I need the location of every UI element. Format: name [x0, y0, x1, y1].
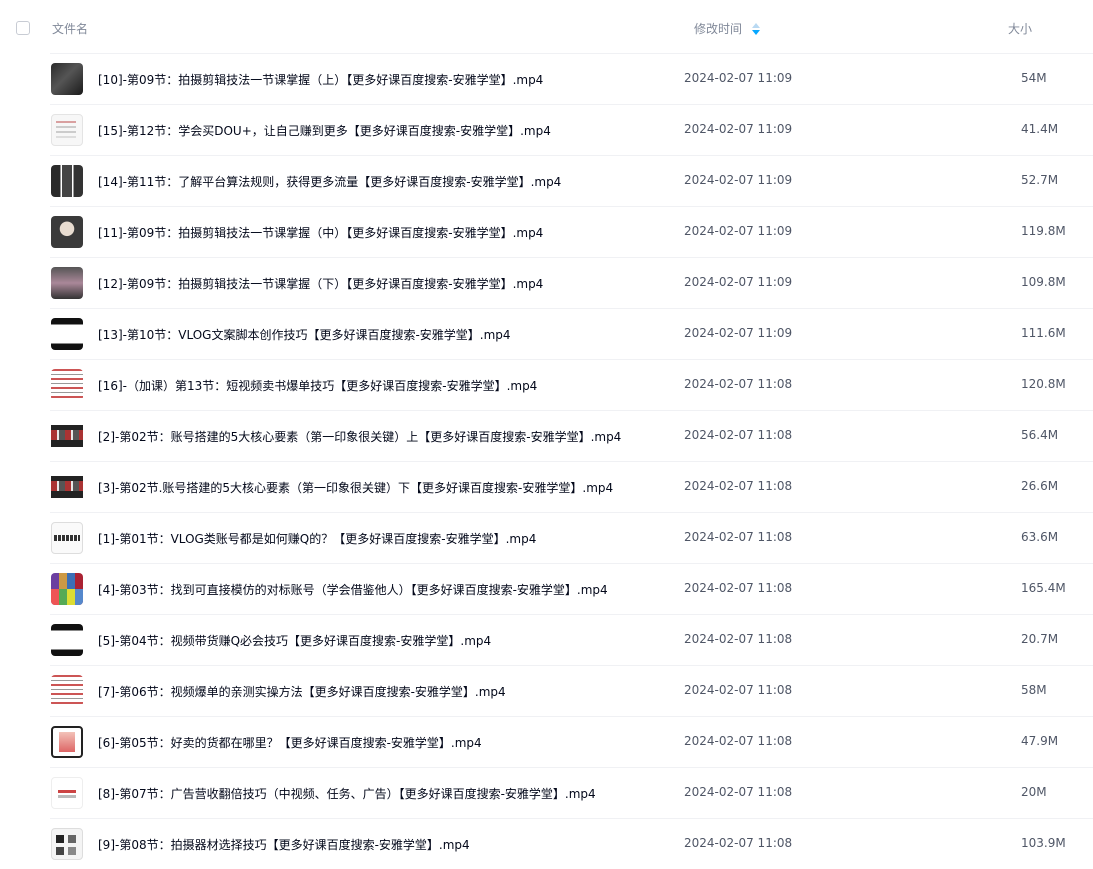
file-row[interactable]: [5]-第04节：视频带货赚Q必会技巧【更多好课百度搜索-安雅学堂】.mp4 20… [0, 614, 1093, 665]
file-modified-time: 2024-02-07 11:08 [684, 683, 793, 697]
file-row[interactable]: [12]-第09节：拍摄剪辑技法一节课掌握（下）【更多好课百度搜索-安雅学堂】.… [0, 257, 1093, 308]
file-row[interactable]: [15]-第12节：学会买DOU+，让自己赚到更多【更多好课百度搜索-安雅学堂】… [0, 104, 1093, 155]
file-modified-time: 2024-02-07 11:08 [684, 581, 793, 595]
sort-icon[interactable] [751, 22, 761, 36]
file-row[interactable]: [2]-第02节：账号搭建的5大核心要素（第一印象很关键）上【更多好课百度搜索-… [0, 410, 1093, 461]
file-name[interactable]: [4]-第03节：找到可直接模仿的对标账号（学会借鉴他人）【更多好课百度搜索-安… [98, 581, 608, 598]
video-thumbnail[interactable] [51, 726, 83, 758]
file-modified-time: 2024-02-07 11:09 [684, 122, 793, 136]
file-row[interactable]: [10]-第09节：拍摄剪辑技法一节课掌握（上）【更多好课百度搜索-安雅学堂】.… [0, 53, 1093, 104]
select-all-checkbox[interactable] [16, 21, 30, 35]
video-thumbnail[interactable] [51, 165, 83, 197]
file-name[interactable]: [11]-第09节：拍摄剪辑技法一节课掌握（中）【更多好课百度搜索-安雅学堂】.… [98, 224, 543, 241]
file-row[interactable]: [1]-第01节：VLOG类账号都是如何赚Q的？【更多好课百度搜索-安雅学堂】.… [0, 512, 1093, 563]
file-name[interactable]: [1]-第01节：VLOG类账号都是如何赚Q的？【更多好课百度搜索-安雅学堂】.… [98, 530, 536, 547]
video-thumbnail[interactable] [51, 216, 83, 248]
file-size: 63.6M [1021, 530, 1059, 544]
file-list-header: 文件名 修改时间 大小 [0, 0, 1093, 56]
file-row[interactable]: [13]-第10节：VLOG文案脚本创作技巧【更多好课百度搜索-安雅学堂】.mp… [0, 308, 1093, 359]
file-name[interactable]: [6]-第05节：好卖的货都在哪里？【更多好课百度搜索-安雅学堂】.mp4 [98, 734, 482, 751]
file-size: 54M [1021, 71, 1047, 85]
file-name[interactable]: [3]-第02节.账号搭建的5大核心要素（第一印象很关键）下【更多好课百度搜索-… [98, 479, 613, 496]
file-modified-time: 2024-02-07 11:09 [684, 275, 793, 289]
file-name[interactable]: [9]-第08节：拍摄器材选择技巧【更多好课百度搜索-安雅学堂】.mp4 [98, 836, 470, 853]
file-modified-time: 2024-02-07 11:09 [684, 173, 793, 187]
video-thumbnail[interactable] [51, 318, 83, 350]
file-modified-time: 2024-02-07 11:08 [684, 632, 793, 646]
file-size: 20.7M [1021, 632, 1059, 646]
video-thumbnail[interactable] [51, 522, 83, 554]
file-size: 119.8M [1021, 224, 1066, 238]
file-name[interactable]: [5]-第04节：视频带货赚Q必会技巧【更多好课百度搜索-安雅学堂】.mp4 [98, 632, 491, 649]
file-size: 111.6M [1021, 326, 1066, 340]
video-thumbnail[interactable] [51, 267, 83, 299]
file-size: 165.4M [1021, 581, 1066, 595]
file-size: 41.4M [1021, 122, 1059, 136]
video-thumbnail[interactable] [51, 63, 83, 95]
file-modified-time: 2024-02-07 11:08 [684, 530, 793, 544]
file-name[interactable]: [12]-第09节：拍摄剪辑技法一节课掌握（下）【更多好课百度搜索-安雅学堂】.… [98, 275, 543, 292]
file-name[interactable]: [15]-第12节：学会买DOU+，让自己赚到更多【更多好课百度搜索-安雅学堂】… [98, 122, 551, 139]
file-modified-time: 2024-02-07 11:08 [684, 377, 793, 391]
file-size: 120.8M [1021, 377, 1066, 391]
file-size: 47.9M [1021, 734, 1059, 748]
file-modified-time: 2024-02-07 11:08 [684, 428, 793, 442]
column-header-size[interactable]: 大小 [1008, 20, 1032, 37]
file-size: 26.6M [1021, 479, 1059, 493]
file-name[interactable]: [8]-第07节：广告营收翻倍技巧（中视频、任务、广告）【更多好课百度搜索-安雅… [98, 785, 596, 802]
file-size: 52.7M [1021, 173, 1059, 187]
file-row[interactable]: [16]-（加课）第13节：短视频卖书爆单技巧【更多好课百度搜索-安雅学堂】.m… [0, 359, 1093, 410]
file-list: [10]-第09节：拍摄剪辑技法一节课掌握（上）【更多好课百度搜索-安雅学堂】.… [0, 53, 1093, 869]
video-thumbnail[interactable] [51, 573, 83, 605]
file-modified-time: 2024-02-07 11:08 [684, 479, 793, 493]
video-thumbnail[interactable] [51, 471, 83, 503]
file-size: 103.9M [1021, 836, 1066, 850]
file-row[interactable]: [3]-第02节.账号搭建的5大核心要素（第一印象很关键）下【更多好课百度搜索-… [0, 461, 1093, 512]
video-thumbnail[interactable] [51, 675, 83, 707]
file-modified-time: 2024-02-07 11:09 [684, 71, 793, 85]
file-modified-time: 2024-02-07 11:08 [684, 785, 793, 799]
column-header-name[interactable]: 文件名 [52, 20, 88, 37]
file-modified-time: 2024-02-07 11:09 [684, 224, 793, 238]
file-size: 56.4M [1021, 428, 1059, 442]
file-name[interactable]: [16]-（加课）第13节：短视频卖书爆单技巧【更多好课百度搜索-安雅学堂】.m… [98, 377, 537, 394]
file-name[interactable]: [13]-第10节：VLOG文案脚本创作技巧【更多好课百度搜索-安雅学堂】.mp… [98, 326, 511, 343]
file-row[interactable]: [14]-第11节：了解平台算法规则，获得更多流量【更多好课百度搜索-安雅学堂】… [0, 155, 1093, 206]
file-name[interactable]: [14]-第11节：了解平台算法规则，获得更多流量【更多好课百度搜索-安雅学堂】… [98, 173, 561, 190]
video-thumbnail[interactable] [51, 624, 83, 656]
column-header-time[interactable]: 修改时间 [694, 20, 742, 37]
file-row[interactable]: [8]-第07节：广告营收翻倍技巧（中视频、任务、广告）【更多好课百度搜索-安雅… [0, 767, 1093, 818]
file-name[interactable]: [2]-第02节：账号搭建的5大核心要素（第一印象很关键）上【更多好课百度搜索-… [98, 428, 621, 445]
file-row[interactable]: [7]-第06节：视频爆单的亲测实操方法【更多好课百度搜索-安雅学堂】.mp4 2… [0, 665, 1093, 716]
file-size: 20M [1021, 785, 1047, 799]
video-thumbnail[interactable] [51, 777, 83, 809]
file-name[interactable]: [10]-第09节：拍摄剪辑技法一节课掌握（上）【更多好课百度搜索-安雅学堂】.… [98, 71, 543, 88]
file-modified-time: 2024-02-07 11:09 [684, 326, 793, 340]
file-size: 109.8M [1021, 275, 1066, 289]
file-name[interactable]: [7]-第06节：视频爆单的亲测实操方法【更多好课百度搜索-安雅学堂】.mp4 [98, 683, 506, 700]
file-row[interactable]: [6]-第05节：好卖的货都在哪里？【更多好课百度搜索-安雅学堂】.mp4 202… [0, 716, 1093, 767]
video-thumbnail[interactable] [51, 828, 83, 860]
file-row[interactable]: [9]-第08节：拍摄器材选择技巧【更多好课百度搜索-安雅学堂】.mp4 2024… [0, 818, 1093, 869]
file-modified-time: 2024-02-07 11:08 [684, 734, 793, 748]
file-modified-time: 2024-02-07 11:08 [684, 836, 793, 850]
file-size: 58M [1021, 683, 1047, 697]
file-row[interactable]: [4]-第03节：找到可直接模仿的对标账号（学会借鉴他人）【更多好课百度搜索-安… [0, 563, 1093, 614]
video-thumbnail[interactable] [51, 369, 83, 401]
file-row[interactable]: [11]-第09节：拍摄剪辑技法一节课掌握（中）【更多好课百度搜索-安雅学堂】.… [0, 206, 1093, 257]
video-thumbnail[interactable] [51, 114, 83, 146]
video-thumbnail[interactable] [51, 420, 83, 452]
